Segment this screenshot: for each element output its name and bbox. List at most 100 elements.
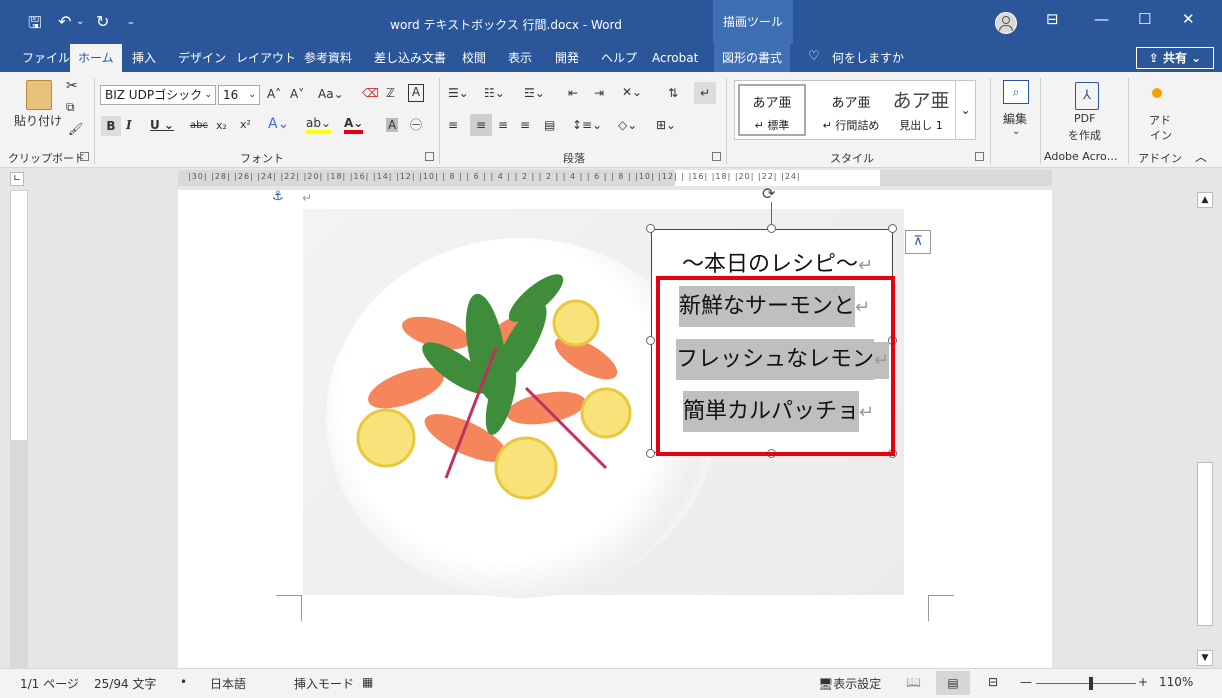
tab-review[interactable]: 校閲 bbox=[454, 44, 494, 72]
style-normal[interactable]: あア亜 ↵ 標準 bbox=[738, 84, 806, 136]
pdf-icon[interactable]: ⅄ bbox=[1075, 82, 1099, 110]
highlight-color-icon[interactable]: ab⌄ bbox=[306, 116, 332, 134]
align-right-icon[interactable]: ≡ bbox=[498, 118, 508, 132]
zoom-slider[interactable] bbox=[1036, 683, 1136, 684]
asian-layout-icon[interactable]: ✕⌄ bbox=[622, 85, 642, 99]
addin-label1[interactable]: アド bbox=[1149, 112, 1171, 128]
collapse-ribbon-icon[interactable]: ︿ bbox=[1195, 148, 1207, 165]
subscript-button[interactable]: x₂ bbox=[216, 119, 227, 132]
scroll-down-icon[interactable]: ▼ bbox=[1197, 650, 1213, 666]
clear-formatting-icon[interactable]: ⌫ bbox=[362, 86, 379, 100]
phonetic-guide-icon[interactable]: ℤ bbox=[386, 86, 395, 100]
copy-icon[interactable]: ⧉ bbox=[66, 100, 75, 115]
bold-button[interactable]: B bbox=[101, 116, 121, 136]
scroll-up-icon[interactable]: ▲ bbox=[1197, 192, 1213, 208]
chevron-down-icon[interactable]: ⌄ bbox=[1012, 126, 1020, 137]
tab-file[interactable]: ファイル bbox=[14, 44, 78, 72]
distributed-icon[interactable]: ▤ bbox=[544, 118, 555, 132]
superscript-button[interactable]: x² bbox=[240, 118, 251, 131]
share-button[interactable]: ⇪ 共有 ⌄ bbox=[1136, 47, 1214, 69]
word-count[interactable]: 25/94 文字 bbox=[94, 675, 156, 692]
paste-button[interactable]: 貼り付け bbox=[14, 112, 62, 129]
tab-developer[interactable]: 開発 bbox=[547, 44, 587, 72]
font-name-select[interactable]: BIZ UDPゴシック ⌄ bbox=[100, 85, 216, 105]
increase-indent-icon[interactable]: ⇥ bbox=[594, 86, 604, 100]
cut-icon[interactable]: ✂ bbox=[66, 78, 78, 94]
character-shading-icon[interactable]: A bbox=[386, 118, 399, 132]
tab-view[interactable]: 表示 bbox=[500, 44, 540, 72]
style-heading1[interactable]: あア亜 見出し 1 bbox=[889, 84, 953, 136]
tab-acrobat[interactable]: Acrobat bbox=[644, 44, 706, 72]
read-mode-icon[interactable]: 📖 bbox=[906, 675, 921, 689]
close-icon[interactable]: ✕ bbox=[1182, 10, 1195, 28]
maximize-icon[interactable]: ☐ bbox=[1138, 10, 1151, 28]
text-effects-icon[interactable]: A⌄ bbox=[268, 116, 289, 132]
shading-icon[interactable]: ◇⌄ bbox=[618, 118, 637, 132]
zoom-in-icon[interactable]: + bbox=[1138, 675, 1148, 689]
styles-more-icon[interactable]: ⌄ bbox=[955, 81, 975, 139]
bullets-icon[interactable]: ☰⌄ bbox=[448, 86, 469, 100]
insert-mode[interactable]: 挿入モード bbox=[294, 675, 354, 692]
borders-icon[interactable]: ⊞⌄ bbox=[656, 118, 676, 132]
line-spacing-icon[interactable]: ↕≡⌄ bbox=[572, 118, 602, 132]
format-painter-icon[interactable]: 🖌 bbox=[68, 122, 83, 136]
tab-help[interactable]: ヘルプ bbox=[593, 44, 645, 72]
show-marks-icon[interactable]: ↵ bbox=[694, 82, 716, 104]
tab-selector-icon[interactable]: ∟ bbox=[10, 172, 24, 186]
sort-icon[interactable]: ⇅ bbox=[668, 86, 678, 100]
tab-design[interactable]: デザイン bbox=[170, 44, 234, 72]
display-settings-button[interactable]: 🖥表示設定 bbox=[818, 675, 881, 692]
minimize-icon[interactable]: — bbox=[1094, 10, 1109, 28]
editing-button[interactable]: 編集 bbox=[1003, 110, 1027, 127]
zoom-level[interactable]: 110% bbox=[1159, 675, 1193, 689]
zoom-slider-thumb[interactable] bbox=[1089, 677, 1093, 690]
change-case-icon[interactable]: Aa⌄ bbox=[318, 87, 344, 101]
styles-launcher-icon[interactable] bbox=[975, 152, 984, 161]
page-count[interactable]: 1/1 ページ bbox=[20, 675, 79, 692]
align-left-icon[interactable]: ≡ bbox=[448, 118, 458, 132]
font-size-select[interactable]: 16 ⌄ bbox=[218, 85, 260, 105]
create-pdf-label2[interactable]: を作成 bbox=[1068, 127, 1101, 143]
search-icon[interactable]: ⌕ bbox=[1003, 80, 1029, 104]
layout-options-icon[interactable]: ⊼ bbox=[905, 230, 931, 254]
resize-handle[interactable] bbox=[646, 224, 655, 233]
addin-label2[interactable]: イン bbox=[1150, 127, 1172, 143]
tab-mailings[interactable]: 差し込み文書 bbox=[366, 44, 454, 72]
language-indicator[interactable]: 日本語 bbox=[210, 675, 246, 692]
ribbon-display-icon[interactable]: ⊟ bbox=[1046, 10, 1059, 28]
addin-icon[interactable] bbox=[1152, 88, 1162, 98]
style-no-spacing[interactable]: あア亜 ↵ 行間詰め bbox=[813, 86, 889, 138]
numbering-icon[interactable]: ☷⌄ bbox=[484, 86, 505, 100]
resize-handle[interactable] bbox=[888, 224, 897, 233]
grow-font-icon[interactable]: A˄ bbox=[267, 87, 281, 101]
shrink-font-icon[interactable]: A˅ bbox=[290, 87, 304, 101]
tab-shape-format[interactable]: 図形の書式 bbox=[714, 44, 791, 72]
resize-handle[interactable] bbox=[767, 224, 776, 233]
font-color-icon[interactable]: A⌄ bbox=[344, 116, 364, 134]
resize-handle[interactable] bbox=[646, 336, 655, 345]
web-layout-icon[interactable]: ⊟ bbox=[988, 675, 998, 689]
justify-icon[interactable]: ≡ bbox=[520, 118, 530, 132]
multilevel-list-icon[interactable]: ☲⌄ bbox=[524, 86, 545, 100]
macro-record-icon[interactable]: ▦ bbox=[362, 675, 373, 689]
character-border-icon[interactable]: A bbox=[408, 84, 424, 102]
tab-references[interactable]: 参考資料 bbox=[296, 44, 360, 72]
account-avatar[interactable] bbox=[995, 12, 1017, 34]
strikethrough-button[interactable]: abc bbox=[190, 120, 208, 131]
enclose-characters-icon[interactable]: ㊀ bbox=[410, 116, 422, 133]
clipboard-launcher-icon[interactable] bbox=[80, 152, 89, 161]
resize-handle[interactable] bbox=[646, 449, 655, 458]
underline-button[interactable]: U ⌄ bbox=[150, 118, 174, 132]
clipboard-icon[interactable] bbox=[26, 80, 52, 110]
rotate-handle-icon[interactable]: ⟳ bbox=[762, 184, 775, 203]
anchor-icon[interactable]: ⚓ bbox=[272, 189, 284, 204]
textbox-title[interactable]: ～本日のレシピ～↵ bbox=[682, 246, 873, 278]
scrollbar-thumb[interactable] bbox=[1197, 462, 1213, 626]
tab-home[interactable]: ホーム bbox=[70, 44, 122, 72]
print-layout-icon[interactable]: ▤ bbox=[936, 671, 970, 695]
paragraph-launcher-icon[interactable] bbox=[712, 152, 721, 161]
tell-me-search[interactable]: 何をしますか bbox=[824, 44, 912, 72]
create-pdf-label1[interactable]: PDF bbox=[1074, 112, 1095, 125]
zoom-out-icon[interactable]: — bbox=[1020, 675, 1032, 689]
align-center-icon[interactable]: ≡ bbox=[470, 114, 492, 136]
